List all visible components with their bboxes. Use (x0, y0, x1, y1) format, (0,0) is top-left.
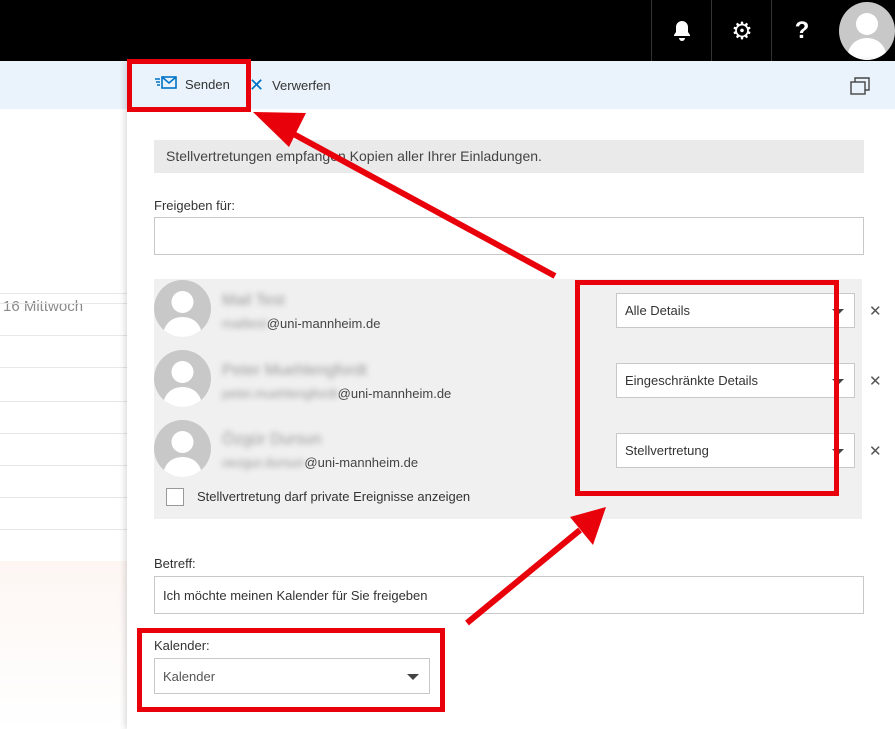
private-events-label: Stellvertretung darf private Ereignisse … (197, 489, 471, 504)
person-name: Özgür Dursun (222, 431, 322, 448)
gear-icon: ⚙ (731, 16, 753, 45)
person-email: oezgur.dursun@uni-mannheim.de (222, 455, 419, 470)
notifications-button[interactable] (651, 0, 712, 61)
bell-icon (674, 20, 690, 41)
share-with-label: Freigeben für: (154, 198, 235, 213)
person-email: mailtest@uni-mannheim.de (222, 316, 381, 331)
person-name: Peter Muehlengfordt (222, 362, 367, 379)
highlight-calendar (137, 628, 445, 712)
discard-label: Verwerfen (272, 78, 331, 93)
remove-person-button[interactable]: ✕ (869, 442, 882, 460)
person-avatar (154, 350, 211, 407)
info-banner: Stellvertretungen empfangen Kopien aller… (154, 140, 864, 173)
highlight-send (127, 59, 251, 112)
popout-button[interactable] (850, 77, 870, 95)
top-bar: ⚙ ? (0, 0, 895, 61)
person-avatar (154, 280, 211, 337)
popout-icon (850, 77, 870, 95)
calendar-background: 16 Mittwoch (0, 61, 127, 729)
person-email: peter.muehlengfordt@uni-mannheim.de (222, 386, 452, 401)
user-avatar-button[interactable] (837, 0, 895, 61)
help-icon: ? (794, 16, 810, 44)
person-avatar (154, 420, 211, 477)
remove-person-button[interactable]: ✕ (869, 372, 882, 390)
close-icon: ✕ (249, 75, 265, 96)
remove-person-button[interactable]: ✕ (869, 302, 882, 320)
subject-label: Betreff: (154, 556, 196, 571)
person-name: Mail Test (222, 292, 285, 309)
day-label: 16 Mittwoch (3, 298, 84, 315)
avatar (839, 2, 895, 60)
settings-button[interactable]: ⚙ (711, 0, 772, 61)
help-button[interactable]: ? (771, 0, 832, 61)
discard-button[interactable]: ✕ Verwerfen (249, 75, 331, 96)
private-events-checkbox[interactable] (166, 488, 184, 506)
share-with-input[interactable] (154, 217, 864, 255)
subject-input[interactable]: Ich möchte meinen Kalender für Sie freig… (154, 576, 864, 614)
highlight-permissions (575, 280, 839, 496)
